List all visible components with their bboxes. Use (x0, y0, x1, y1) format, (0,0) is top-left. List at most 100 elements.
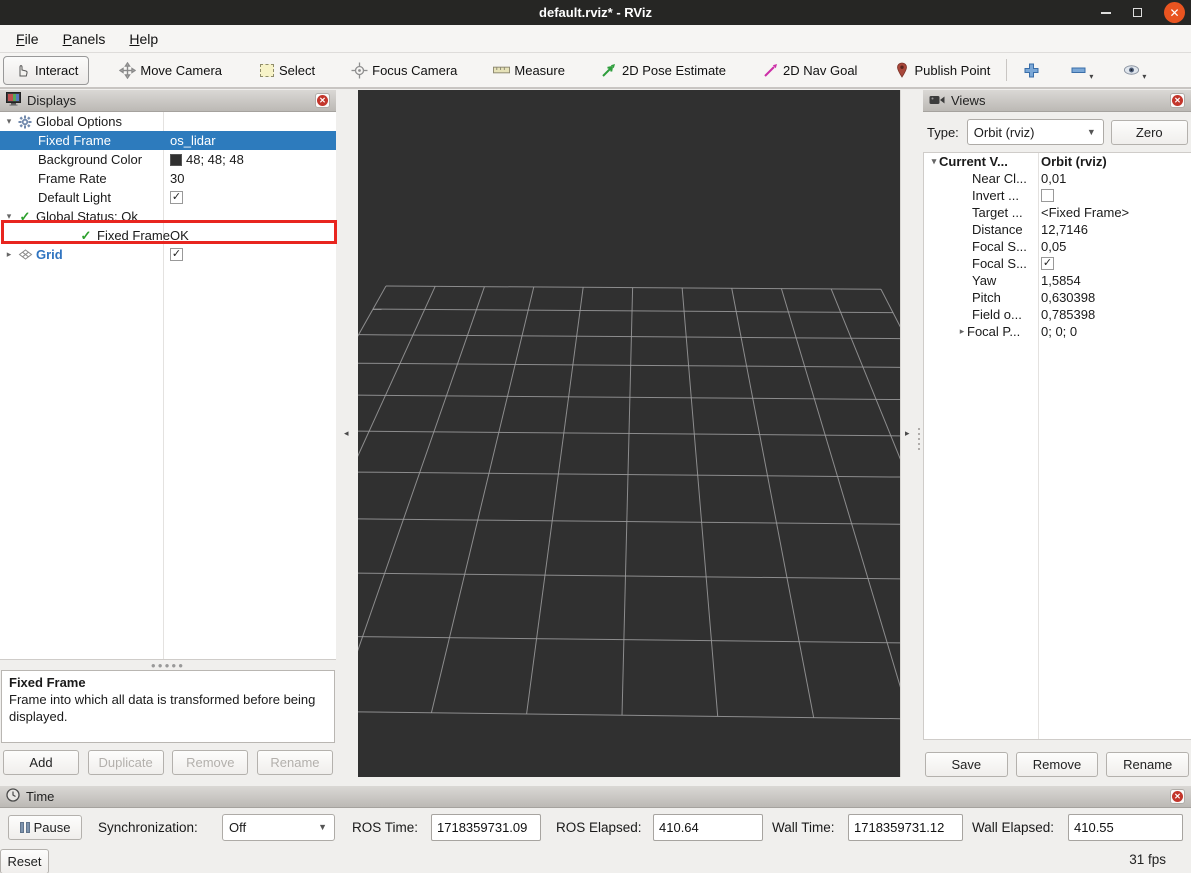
view-row-invert-z[interactable]: Invert ... (924, 187, 1191, 204)
tool-measure[interactable]: Measure (487, 58, 571, 83)
tool-move-camera[interactable]: Move Camera (113, 58, 228, 83)
menu-file[interactable]: File (6, 28, 49, 50)
duplicate-button[interactable]: Duplicate (88, 750, 164, 775)
visibility-button[interactable]: ▾ (1117, 58, 1152, 83)
distance-value[interactable]: 12,7146 (1041, 221, 1088, 238)
time-panel-header[interactable]: Time ✕ (0, 786, 1191, 808)
views-panel: Views ✕ Type: Orbit (rviz)▼ Zero ▾ Curre… (923, 90, 1191, 777)
displays-panel-header[interactable]: Displays ✕ (0, 90, 336, 112)
view-row-pitch[interactable]: Pitch 0,630398 (924, 289, 1191, 306)
tree-row-default-light[interactable]: Default Light ✓ (0, 188, 336, 207)
tree-row-fixed-frame-status[interactable]: ✓ Fixed Frame OK (0, 226, 336, 245)
field-of-view-value[interactable]: 0,785398 (1041, 306, 1095, 323)
wall-time-field[interactable] (848, 814, 963, 841)
focal-shape-fixed-checkbox[interactable]: ✓ (1041, 257, 1054, 270)
add-button[interactable]: Add (3, 750, 79, 775)
displays-buttons: Add Duplicate Remove Rename (0, 750, 336, 775)
help-title: Fixed Frame (9, 674, 327, 691)
view-row-current-view[interactable]: ▾ Current V... Orbit (rviz) (924, 153, 1191, 170)
view-row-focal-shape-fixed[interactable]: Focal S... ✓ (924, 255, 1191, 272)
tool-2d-pose-estimate[interactable]: 2D Pose Estimate (595, 58, 732, 83)
sync-combo[interactable]: Off▼ (222, 814, 335, 841)
time-close-button[interactable]: ✕ (1170, 789, 1185, 804)
view-row-field-of-view[interactable]: Field o... 0,785398 (924, 306, 1191, 323)
render-viewport[interactable] (358, 90, 900, 777)
rename-button[interactable]: Rename (257, 750, 333, 775)
panel-close-icon: ✕ (1172, 95, 1183, 106)
reset-button[interactable]: Reset (0, 849, 49, 873)
tree-row-frame-rate[interactable]: Frame Rate 30 (0, 169, 336, 188)
views-camera-icon (929, 93, 945, 108)
tool-publish-point[interactable]: Publish Point (887, 58, 996, 83)
frame-rate-value[interactable]: 30 (170, 169, 184, 188)
view-row-focal-point[interactable]: ▸ Focal P... 0; 0; 0 (924, 323, 1191, 340)
grid-icon (17, 247, 33, 263)
menu-panels[interactable]: Panels (53, 28, 116, 50)
eye-icon (1123, 62, 1140, 79)
near-clip-value[interactable]: 0,01 (1041, 170, 1066, 187)
view-row-yaw[interactable]: Yaw 1,5854 (924, 272, 1191, 289)
visibility-dropdown-arrow[interactable]: ▾ (1142, 72, 1146, 81)
expander-icon[interactable]: ▾ (929, 156, 939, 167)
zero-button[interactable]: Zero (1111, 120, 1188, 145)
collapse-right-icon[interactable]: ▸ (905, 428, 910, 439)
tool-select[interactable]: Select (252, 58, 321, 83)
tree-row-fixed-frame[interactable]: Fixed Frame os_lidar (0, 131, 336, 150)
default-light-checkbox[interactable]: ✓ (170, 191, 183, 204)
grid-3d[interactable] (358, 90, 900, 777)
tree-row-global-status[interactable]: ▾ ✓ Global Status: Ok (0, 207, 336, 226)
tree-row-background-color[interactable]: Background Color 48; 48; 48 (0, 150, 336, 169)
save-view-button[interactable]: Save (925, 752, 1008, 777)
fixed-frame-value[interactable]: os_lidar (170, 131, 216, 150)
views-close-button[interactable]: ✕ (1170, 93, 1185, 108)
remove-view-button[interactable]: Remove (1016, 752, 1099, 777)
tool-2d-nav-goal[interactable]: 2D Nav Goal (756, 58, 863, 83)
expander-icon[interactable]: ▸ (957, 326, 967, 337)
view-row-near-clip[interactable]: Near Cl... 0,01 (924, 170, 1191, 187)
zoom-in-button[interactable] (1017, 58, 1046, 83)
type-label: Type: (927, 125, 959, 140)
move-camera-icon (119, 62, 136, 79)
rename-view-button[interactable]: Rename (1106, 752, 1189, 777)
focal-shape-size-value[interactable]: 0,05 (1041, 238, 1066, 255)
remove-button[interactable]: Remove (172, 750, 248, 775)
pause-button[interactable]: Pause (8, 815, 82, 840)
view-type-combo[interactable]: Orbit (rviz)▼ (967, 119, 1104, 145)
tree-row-grid[interactable]: ▸ Grid ✓ (0, 245, 336, 264)
ros-time-label: ROS Time: (352, 820, 418, 835)
wall-elapsed-field[interactable] (1068, 814, 1183, 841)
focal-point-value[interactable]: 0; 0; 0 (1041, 323, 1077, 340)
zoom-out-dropdown-arrow[interactable]: ▾ (1089, 72, 1093, 81)
displays-close-button[interactable]: ✕ (315, 93, 330, 108)
expander-icon[interactable]: ▾ (4, 211, 14, 222)
menu-help[interactable]: Help (119, 28, 168, 50)
tree-row-global-options[interactable]: ▾ Global Options (0, 112, 336, 131)
grid-enabled-checkbox[interactable]: ✓ (170, 248, 183, 261)
titlebar[interactable]: default.rviz* - RViz ✕ (0, 0, 1191, 25)
views-panel-header[interactable]: Views ✕ (923, 90, 1191, 112)
tool-interact[interactable]: Interact (3, 56, 89, 85)
view-row-distance[interactable]: Distance 12,7146 (924, 221, 1191, 238)
target-frame-value[interactable]: <Fixed Frame> (1041, 204, 1129, 221)
pitch-value[interactable]: 0,630398 (1041, 289, 1095, 306)
ros-time-field[interactable] (431, 814, 541, 841)
right-splitter[interactable]: ▸ (900, 90, 923, 777)
close-window-button[interactable]: ✕ (1164, 2, 1185, 23)
minimize-button[interactable] (1101, 12, 1111, 14)
yaw-value[interactable]: 1,5854 (1041, 272, 1081, 289)
close-icon: ✕ (1169, 7, 1179, 19)
left-splitter[interactable]: ◂ (336, 90, 358, 777)
help-splitter-handle[interactable]: ●●●●● (0, 660, 336, 670)
view-row-target-frame[interactable]: Target ... <Fixed Frame> (924, 204, 1191, 221)
view-row-focal-shape-size[interactable]: Focal S... 0,05 (924, 238, 1191, 255)
maximize-button[interactable] (1133, 8, 1142, 17)
zoom-out-button[interactable]: ▾ (1064, 58, 1099, 83)
background-color-value[interactable]: 48; 48; 48 (186, 152, 244, 167)
expander-icon[interactable]: ▸ (4, 249, 14, 260)
expander-icon[interactable]: ▾ (4, 116, 14, 127)
collapse-left-icon[interactable]: ◂ (344, 428, 349, 439)
tool-focus-camera[interactable]: Focus Camera (345, 58, 463, 83)
displays-tree: ▾ Global Options Fixed Frame os_lidar Ba… (0, 112, 336, 660)
invert-z-checkbox[interactable] (1041, 189, 1054, 202)
ros-elapsed-field[interactable] (653, 814, 763, 841)
